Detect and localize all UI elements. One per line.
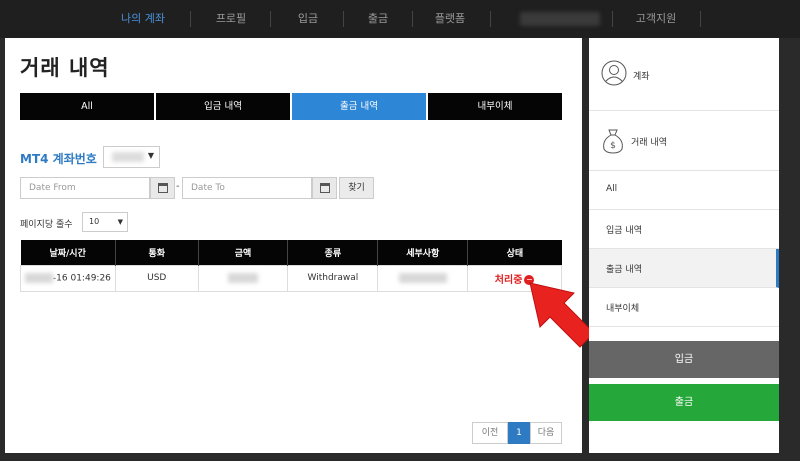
sidebar-item-internal-transfer[interactable]: 내부이체 (589, 288, 779, 327)
nav-platform[interactable]: 플랫폼 (418, 0, 482, 38)
transaction-table: 날짜/시간 통화 금액 종류 세부사항 상태 -16 01:49:26 USD … (20, 240, 562, 292)
cell-currency: USD (114, 264, 199, 292)
redacted-account (112, 152, 144, 162)
cell-datetime: -16 01:49:26 (20, 264, 116, 292)
calendar-icon (158, 183, 168, 193)
deposit-button[interactable]: 입금 (589, 341, 779, 378)
cell-details (377, 264, 469, 292)
col-amount: 금액 (198, 240, 289, 265)
account-select[interactable]: ▼ (103, 146, 160, 168)
rows-per-page-label: 페이지당 줄수 (20, 220, 73, 230)
date-to-input[interactable]: Date To (182, 177, 312, 199)
find-button[interactable]: 찾기 (339, 177, 374, 199)
tab-internal-transfer[interactable]: 내부이체 (428, 93, 562, 120)
rows-per-page-select[interactable]: 10 ▼ (82, 212, 128, 232)
nav-divider (612, 11, 613, 27)
nav-divider (343, 11, 344, 27)
chevron-down-icon: ▼ (117, 218, 123, 226)
sidebar-account[interactable]: 계좌 (589, 38, 779, 111)
table-header-row: 날짜/시간 통화 금액 종류 세부사항 상태 (20, 240, 562, 265)
main-panel: 거래 내역 All 입금 내역 출금 내역 내부이체 MT4 계좌번호 ▼ Da… (5, 38, 582, 453)
col-status: 상태 (467, 240, 562, 265)
nav-divider (490, 11, 491, 27)
withdraw-button[interactable]: 출금 (589, 384, 779, 421)
cell-type: Withdrawal (287, 264, 379, 292)
redacted-details (398, 272, 447, 283)
tab-withdrawal-history[interactable]: 출금 내역 (292, 93, 426, 120)
sidebar-history-label: 거래 내역 (631, 138, 667, 148)
status-badge: 처리중 (494, 274, 523, 286)
pagination-prev[interactable]: 이전 (472, 422, 508, 444)
money-bag-icon: $ (603, 129, 623, 154)
top-navigation: 나의 계좌 프로필 입금 출금 플랫폼 고객지원 (0, 0, 800, 38)
redacted-amount (228, 272, 259, 283)
cell-amount (197, 264, 289, 292)
nav-my-account[interactable]: 나의 계좌 (108, 0, 178, 38)
chevron-down-icon: ▼ (147, 151, 154, 160)
sidebar-item-label: All (606, 184, 618, 194)
col-type: 종류 (287, 240, 379, 265)
calendar-icon (320, 183, 330, 193)
history-tabs: All 입금 내역 출금 내역 내부이체 (20, 93, 562, 120)
datetime-text: -16 01:49:26 (52, 273, 111, 284)
date-from-calendar-button[interactable] (150, 177, 175, 199)
sidebar-item-withdrawal-history[interactable]: 출금 내역 (589, 249, 779, 288)
user-icon (601, 60, 627, 86)
date-range-separator: - (176, 181, 180, 192)
nav-divider (270, 11, 271, 27)
svg-text:$: $ (610, 141, 616, 151)
col-datetime: 날짜/시간 (20, 240, 116, 265)
nav-withdraw[interactable]: 출금 (350, 0, 406, 38)
red-arrow-icon (529, 282, 595, 348)
sidebar-item-label: 입금 내역 (606, 226, 642, 236)
page-title: 거래 내역 (20, 56, 110, 80)
sidebar-item-deposit-history[interactable]: 입금 내역 (589, 210, 779, 249)
nav-divider (700, 11, 701, 27)
nav-divider (412, 11, 413, 27)
pagination-next[interactable]: 다음 (530, 422, 562, 444)
sidebar-item-all[interactable]: All (589, 171, 779, 210)
sidebar-item-label: 출금 내역 (606, 265, 642, 275)
col-details: 세부사항 (377, 240, 469, 265)
tab-all[interactable]: All (20, 93, 154, 120)
nav-support[interactable]: 고객지원 (622, 0, 690, 38)
account-number-label: MT4 계좌번호 (20, 152, 97, 166)
nav-redacted-item (520, 12, 600, 26)
sidebar-item-label: 내부이체 (606, 304, 640, 314)
sidebar-transaction-history[interactable]: $ 거래 내역 (589, 111, 779, 171)
pagination-page[interactable]: 1 (508, 422, 530, 444)
date-to-calendar-button[interactable] (312, 177, 337, 199)
table-row: -16 01:49:26 USD Withdrawal 처리중 − (20, 264, 562, 292)
nav-profile[interactable]: 프로필 (200, 0, 262, 38)
pagination: 이전 1 다음 (472, 422, 562, 444)
rows-per-page-value: 10 (89, 217, 100, 226)
nav-divider (190, 11, 191, 27)
date-from-input[interactable]: Date From (20, 177, 150, 199)
sidebar-account-label: 계좌 (633, 72, 650, 82)
col-currency: 통화 (115, 240, 199, 265)
redacted-date (24, 272, 53, 283)
sidebar: 계좌 $ 거래 내역 All 입금 내역 출금 내역 내부이체 입금 출금 (589, 38, 779, 453)
tab-deposit-history[interactable]: 입금 내역 (156, 93, 290, 120)
nav-deposit[interactable]: 입금 (280, 0, 336, 38)
